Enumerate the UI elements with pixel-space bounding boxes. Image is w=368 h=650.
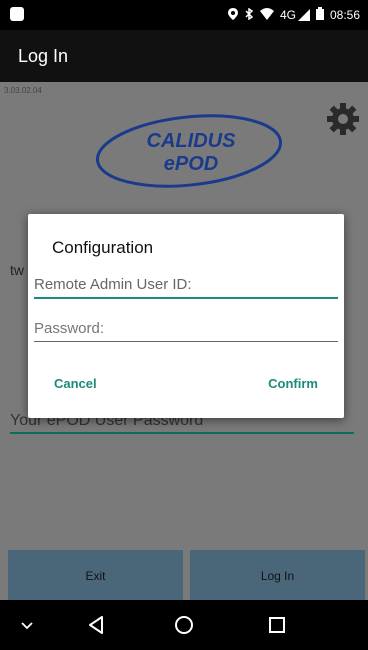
location-icon — [227, 7, 238, 23]
gear-icon[interactable] — [326, 102, 360, 136]
logo-line-1: CALIDUS — [147, 130, 237, 152]
status-icons: 4G 08:56 — [227, 0, 360, 30]
back-icon[interactable] — [84, 612, 110, 638]
battery-icon — [315, 7, 324, 23]
wifi-icon — [259, 7, 274, 23]
exit-button[interactable]: Exit — [8, 550, 183, 602]
calidus-epod-logo: CALIDUS ePOD — [94, 112, 284, 190]
clock: 08:56 — [329, 8, 360, 22]
configuration-dialog: Configuration Remote Admin User ID: Pass… — [28, 214, 344, 418]
navigation-bar — [0, 600, 368, 650]
username-value[interactable]: tw — [10, 262, 24, 278]
home-icon[interactable] — [171, 612, 197, 638]
network-type-label: 4G — [279, 8, 296, 22]
chevron-down-icon[interactable] — [14, 612, 40, 638]
recents-icon[interactable] — [264, 612, 290, 638]
version-label: 3.03.02.04 — [4, 86, 42, 95]
login-button[interactable]: Log In — [190, 550, 365, 602]
confirm-button[interactable]: Confirm — [268, 376, 318, 391]
signal-icon: 4G — [280, 8, 310, 22]
status-bar: 4G 08:56 — [0, 0, 368, 30]
page-title: Log In — [18, 46, 69, 66]
notification-icon — [10, 7, 24, 21]
dialog-title: Configuration — [52, 238, 154, 257]
remote-admin-user-id-input[interactable]: Remote Admin User ID: — [34, 276, 338, 299]
app-bar: Log In — [0, 30, 368, 82]
remote-admin-password-input[interactable]: Password: — [34, 320, 338, 342]
bluetooth-icon — [244, 7, 254, 23]
cancel-button[interactable]: Cancel — [54, 376, 97, 391]
logo-line-2: ePOD — [164, 153, 218, 175]
